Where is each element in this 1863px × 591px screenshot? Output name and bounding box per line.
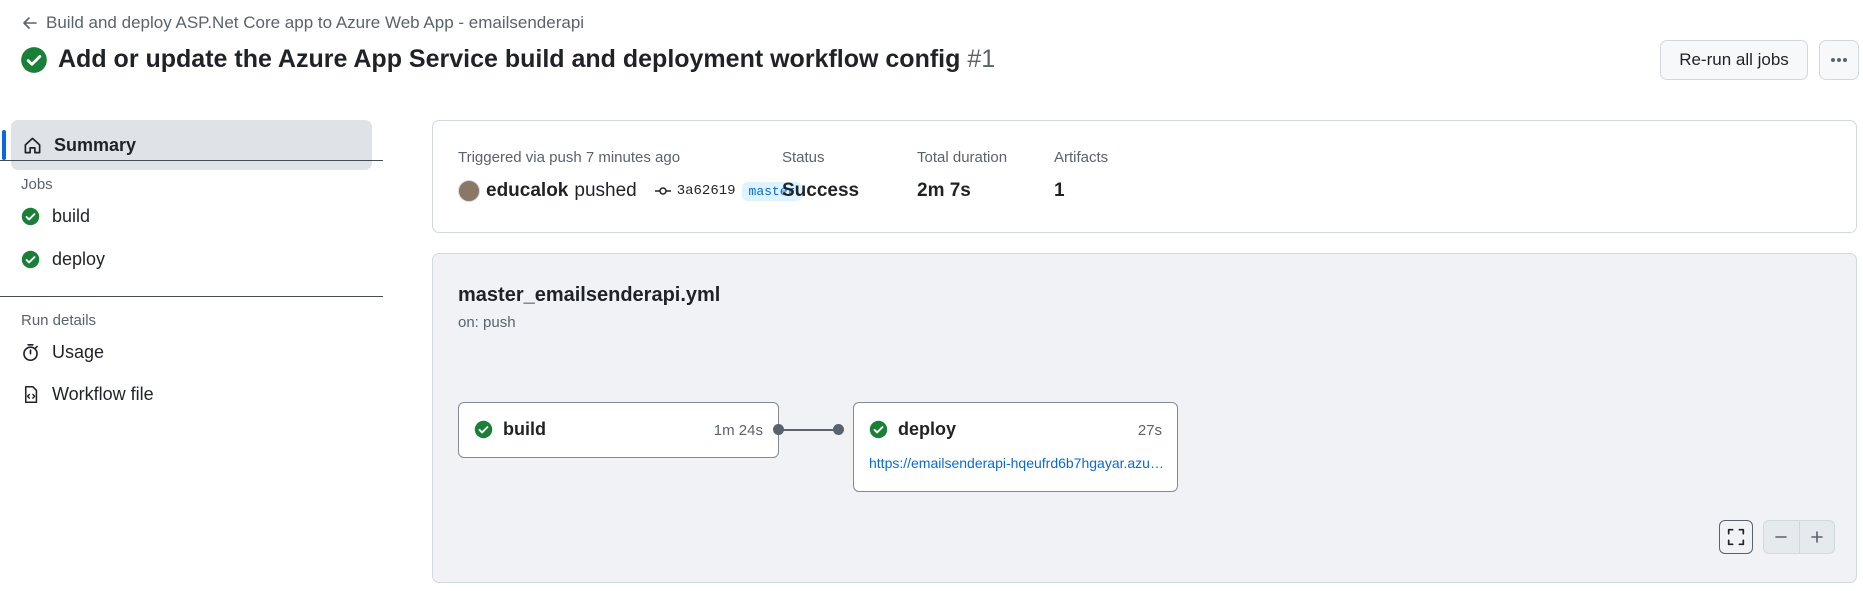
back-link[interactable]: Build and deploy ASP.Net Core app to Azu… bbox=[22, 13, 584, 33]
sidebar-divider bbox=[0, 296, 383, 297]
plus-icon bbox=[1810, 531, 1823, 543]
back-link-label: Build and deploy ASP.Net Core app to Azu… bbox=[46, 13, 585, 32]
sidebar-item-label: deploy bbox=[52, 249, 106, 269]
sidebar-item-build[interactable]: build bbox=[21, 206, 90, 227]
artifacts-column: Artifacts 1 bbox=[1054, 149, 1108, 202]
connector-dot bbox=[833, 424, 844, 435]
push-action: pushed bbox=[574, 180, 637, 201]
file-code-icon bbox=[24, 386, 38, 403]
commit-sha: 3a62619 bbox=[676, 183, 736, 199]
more-options-button[interactable] bbox=[1819, 40, 1859, 80]
run-summary-card: Triggered via push 7 minutes ago educalo… bbox=[432, 120, 1857, 233]
job-name: build bbox=[503, 419, 546, 439]
workflow-file-name: master_emailsenderapi.yml bbox=[458, 284, 721, 306]
job-duration: 1m 24s bbox=[713, 422, 763, 439]
status-value: Success bbox=[782, 180, 860, 201]
job-header: build bbox=[474, 419, 546, 440]
job-header: deploy bbox=[869, 419, 956, 440]
screen-full-icon bbox=[1727, 528, 1745, 546]
job-connector bbox=[779, 429, 839, 431]
zoom-controls bbox=[1763, 520, 1835, 554]
sidebar-item-deploy[interactable]: deploy bbox=[21, 249, 105, 270]
run-details-heading: Run details bbox=[21, 312, 97, 329]
job-node-deploy[interactable]: deploy 27s https://emailsenderapi-hqeufr… bbox=[853, 402, 1178, 492]
success-check-icon bbox=[21, 207, 40, 226]
artifacts-value[interactable]: 1 bbox=[1054, 180, 1108, 202]
success-check-icon bbox=[20, 46, 48, 74]
duration-column: Total duration 2m 7s bbox=[917, 149, 1007, 202]
zoom-in-button[interactable] bbox=[1800, 521, 1835, 553]
duration-value: 2m 7s bbox=[917, 180, 971, 201]
zoom-out-button[interactable] bbox=[1764, 521, 1800, 553]
artifacts-label: Artifacts bbox=[1054, 149, 1109, 166]
status-label: Status bbox=[782, 149, 825, 166]
home-icon bbox=[24, 137, 41, 153]
sidebar-item-workflow-file[interactable]: Workflow file bbox=[21, 384, 154, 405]
git-commit-icon bbox=[654, 187, 671, 195]
sidebar-divider bbox=[0, 160, 383, 161]
avatar[interactable] bbox=[458, 180, 480, 202]
active-indicator bbox=[2, 130, 6, 160]
commit-link[interactable]: 3a62619 bbox=[654, 183, 736, 199]
sidebar-item-label: Summary bbox=[54, 134, 137, 155]
title-text: Add or update the Azure App Service buil… bbox=[58, 45, 961, 73]
success-check-icon bbox=[21, 250, 40, 269]
sidebar-item-label: Usage bbox=[52, 342, 105, 362]
run-title: Add or update the Azure App Service buil… bbox=[20, 45, 995, 74]
job-node-build[interactable]: build 1m 24s bbox=[458, 402, 779, 458]
user-link[interactable]: educalok bbox=[486, 180, 568, 202]
fullscreen-button[interactable] bbox=[1719, 520, 1753, 554]
trigger-label: Triggered via push 7 minutes ago bbox=[458, 149, 681, 166]
workflow-graph: master_emailsenderapi.yml on: push build… bbox=[432, 253, 1857, 583]
deployment-url-link[interactable]: https://emailsenderapi-hqeufrd6b7hgayar.… bbox=[869, 455, 1165, 471]
job-name: deploy bbox=[898, 419, 957, 439]
stopwatch-icon bbox=[23, 343, 38, 362]
minus-icon bbox=[1775, 536, 1788, 538]
duration-label: Total duration bbox=[917, 149, 1008, 166]
sidebar-item-label: Workflow file bbox=[52, 384, 154, 404]
rerun-all-jobs-button[interactable]: Re-run all jobs bbox=[1660, 40, 1808, 80]
sidebar-item-usage[interactable]: Usage bbox=[21, 342, 104, 363]
page-title: Add or update the Azure App Service buil… bbox=[58, 45, 995, 74]
sidebar-item-label: build bbox=[52, 206, 91, 226]
success-check-icon bbox=[869, 420, 888, 439]
sidebar-item-summary[interactable]: Summary bbox=[11, 120, 372, 170]
job-duration: 27s bbox=[1137, 422, 1162, 439]
success-check-icon bbox=[474, 420, 493, 439]
status-column: Status Success bbox=[782, 149, 859, 202]
kebab-horizontal-icon bbox=[1831, 58, 1847, 62]
trigger-details: educalok pushed 3a62619 master bbox=[458, 180, 803, 202]
workflow-trigger: on: push bbox=[458, 314, 516, 331]
trigger-column: Triggered via push 7 minutes ago educalo… bbox=[458, 149, 803, 202]
run-number: #1 bbox=[967, 45, 996, 73]
arrow-left-icon bbox=[23, 17, 37, 29]
jobs-heading: Jobs bbox=[21, 176, 53, 193]
